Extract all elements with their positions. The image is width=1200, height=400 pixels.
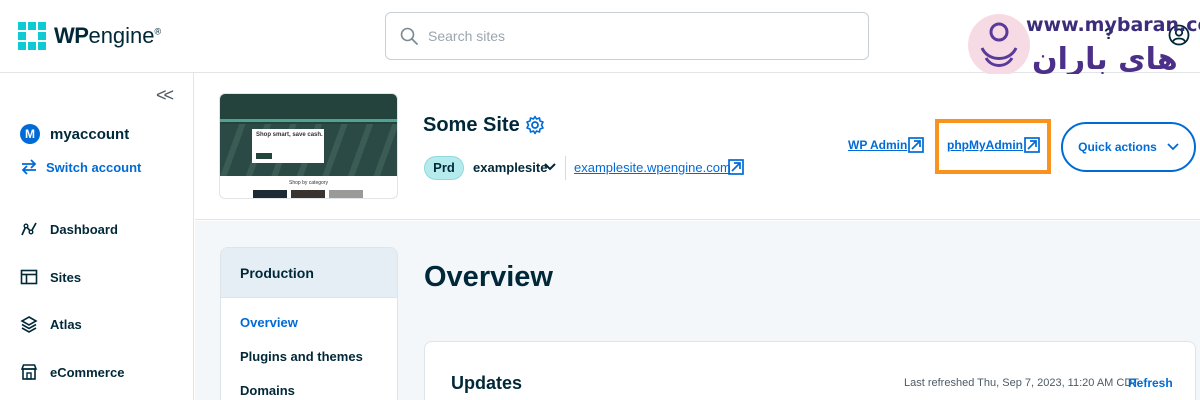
thumbnail-card-text: Shop smart, save cash. [256, 132, 323, 138]
environment-name[interactable]: examplesite [473, 160, 547, 175]
environment-badge: Prd [424, 156, 464, 180]
subnav-heading: Production [221, 248, 397, 298]
thumbnail-tile [329, 190, 363, 198]
store-icon [20, 364, 38, 380]
switch-account-link[interactable]: Switch account [20, 159, 141, 175]
sites-icon [20, 269, 38, 285]
thumbnail-tile [291, 190, 325, 198]
site-header: Shop smart, save cash. Shop by category … [195, 74, 1200, 220]
switch-account-label: Switch account [46, 159, 142, 175]
sidebar-item-label: eCommerce [50, 364, 125, 380]
thumbnail-tile [253, 190, 287, 198]
account-name: myaccount [50, 126, 130, 143]
quick-actions-label: Quick actions [1078, 140, 1157, 154]
switch-arrows-icon [21, 159, 37, 175]
divider [565, 156, 566, 180]
watermark-logo-icon [968, 14, 1030, 76]
site-thumbnail[interactable]: Shop smart, save cash. Shop by category [220, 94, 397, 198]
main-content: Production Overview Plugins and themes D… [195, 221, 1200, 400]
updates-title: Updates [451, 373, 523, 393]
refresh-link[interactable]: Refresh [1128, 376, 1173, 390]
external-link-icon[interactable] [728, 159, 744, 175]
gear-icon[interactable] [525, 115, 545, 135]
wp-engine-logo[interactable]: WPengine® [18, 22, 161, 50]
sidebar: << M myaccount Switch account Dashboard … [0, 73, 194, 400]
thumbnail-category-text: Shop by category [289, 180, 328, 186]
search-input[interactable]: Search sites [385, 12, 869, 60]
sidebar-item-dashboard[interactable]: Dashboard [20, 220, 118, 238]
thumbnail-card: Shop smart, save cash. [252, 129, 324, 163]
thumbnail-card-button [256, 153, 272, 159]
watermark-url: www.mybaran.com [1026, 14, 1200, 36]
sidebar-item-label: Dashboard [50, 221, 118, 237]
thumbnail-stripe [220, 119, 397, 122]
site-title: Some Site [423, 114, 520, 136]
sidebar-item-ecommerce[interactable]: eCommerce [20, 363, 124, 381]
sidebar-item-atlas[interactable]: Atlas [20, 315, 82, 333]
dashboard-icon [21, 222, 37, 236]
updates-card: Updates Last refreshed Thu, Sep 7, 2023,… [424, 341, 1196, 400]
subnav-item-domains[interactable]: Domains [240, 383, 295, 398]
sidebar-item-label: Sites [50, 269, 82, 285]
account-avatar: M [20, 124, 40, 144]
search-placeholder: Search sites [428, 28, 506, 44]
search-icon [400, 27, 418, 45]
subnav-item-overview[interactable]: Overview [240, 315, 298, 330]
last-refreshed-text: Last refreshed Thu, Sep 7, 2023, 11:20 A… [904, 377, 1140, 389]
environment-subnav: Production Overview Plugins and themes D… [220, 247, 398, 400]
wp-engine-logo-mark [18, 22, 46, 50]
sidebar-item-sites[interactable]: Sites [20, 268, 81, 286]
page-title: Overview [424, 261, 553, 293]
quick-actions-button[interactable]: Quick actions [1061, 122, 1196, 172]
logo-wordmark: WPengine® [54, 23, 162, 48]
atlas-icon [20, 316, 38, 333]
domain-link[interactable]: examplesite.wpengine.com [574, 160, 731, 175]
sidebar-item-label: Atlas [50, 316, 82, 332]
phpmyadmin-link[interactable]: phpMyAdmin [947, 138, 1023, 152]
chevron-down-icon[interactable] [544, 162, 556, 172]
subnav-item-plugins-themes[interactable]: Plugins and themes [240, 349, 363, 364]
watermark-brand: های باران [1032, 42, 1178, 77]
collapse-sidebar-icon[interactable]: << [156, 85, 174, 106]
external-link-icon[interactable] [1024, 137, 1040, 153]
external-link-icon[interactable] [908, 137, 924, 153]
wp-admin-link[interactable]: WP Admin [848, 138, 907, 152]
chevron-down-icon [1167, 143, 1179, 151]
